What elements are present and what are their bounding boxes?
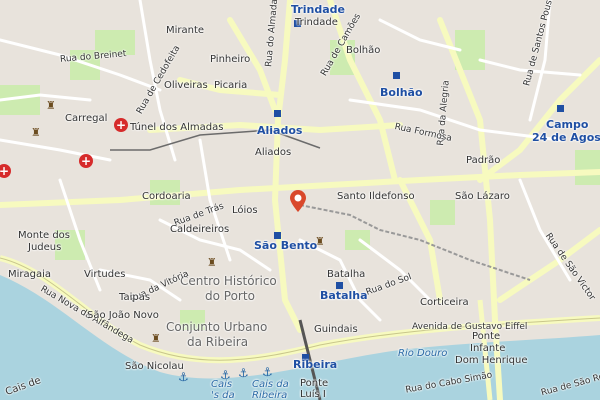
map-view[interactable]: + + + ♜ ♜ ♜ ♜ ♜ ⚓ ⚓ ⚓ ⚓ Trindade Trindad… [0,0,600,400]
station-label-bolhao[interactable]: Bolhão [380,87,423,98]
water-label-cais-2: 's da [211,390,235,400]
water-label-cais-1: Cais [211,379,233,390]
anchor-icon: ⚓ [178,370,189,384]
place-label-sao-nicolau: São Nicolau [125,361,184,372]
place-label-taipas: Taipas [119,292,151,303]
place-label-picaria: Picaria [214,80,248,91]
place-label-cordoaria: Cordoaria [142,191,191,202]
place-label-oliveiras: Oliveiras [164,80,208,91]
place-label-trindade: Trindade [295,17,338,28]
water-label-rio-douro: Rio Douro [398,348,448,359]
place-label-padrao: Padrão [466,155,501,166]
hospital-icon[interactable]: + [79,154,93,168]
place-label-mirante: Mirante [166,25,205,36]
place-label-ponte-luis: Ponte [300,378,329,389]
place-label-aliados: Aliados [255,147,292,158]
place-label-monte-dos-judeus-1: Monte dos [18,230,71,241]
location-pin-icon[interactable] [290,190,306,212]
castle-icon[interactable]: ♜ [46,99,56,112]
place-label-caldeireiros: Caldeireiros [170,224,230,235]
place-label-ponte-infante-1: Ponte [472,331,501,342]
district-label-centro-historico-1: Centro Histórico [180,274,277,288]
station-label-aliados[interactable]: Aliados [257,125,302,136]
castle-icon[interactable]: ♜ [151,332,161,345]
place-label-monte-dos-judeus-2: Judeus [28,242,62,253]
place-label-corticeira: Corticeira [420,297,469,308]
station-label-trindade[interactable]: Trindade [291,4,345,15]
hospital-icon[interactable]: + [114,118,128,132]
place-label-sao-lazaro: São Lázaro [455,191,510,202]
place-label-santo-ildefonso: Santo Ildefonso [337,191,415,202]
place-label-miragaia: Miragaia [8,269,52,280]
road-label-avenida-de-gustavo-eiffel: Avenida de Gustavo Eiffel [412,322,528,332]
place-label-bolhao: Bolhão [346,45,381,56]
place-label-guindais: Guindais [314,324,358,335]
castle-icon[interactable]: ♜ [31,126,41,139]
place-label-loios: Lóios [232,205,258,216]
place-label-pinheiro: Pinheiro [210,54,251,65]
station-label-sao-bento[interactable]: São Bento [254,240,317,251]
place-label-ponte-infante-2: Infante [470,343,506,354]
castle-icon[interactable]: ♜ [207,256,217,269]
place-label-ponte-infante-3: Dom Henrique [455,355,528,366]
station-label-campo-24-de-agosto-line2[interactable]: 24 de Agosto [532,132,600,143]
water-label-cais-da-ribeira-1: Cais da [252,379,289,390]
place-label-ponte-luis-2: Luís I [300,389,326,400]
district-label-centro-historico-2: do Porto [205,289,255,303]
water-label-cais-da-ribeira-2: Ribeira [252,390,288,400]
place-label-carregal: Carregal [65,113,108,124]
anchor-icon: ⚓ [238,366,249,380]
place-label-sao-joao-novo: São João Novo [87,310,159,321]
district-label-conjunto-urbano-2: da Ribeira [187,335,249,349]
station-label-ribeira[interactable]: Ribeira [293,359,337,370]
district-label-conjunto-urbano-1: Conjunto Urbano [166,320,268,334]
place-label-batalha: Batalha [327,269,366,280]
place-label-virtudes: Virtudes [84,269,126,280]
place-label-tunel-dos-almadas: Túnel dos Almadas [130,122,224,133]
anchor-icon: ⚓ [262,365,273,379]
station-label-campo-24-de-agosto-line1[interactable]: Campo [546,119,588,130]
station-label-batalha[interactable]: Batalha [320,290,368,301]
